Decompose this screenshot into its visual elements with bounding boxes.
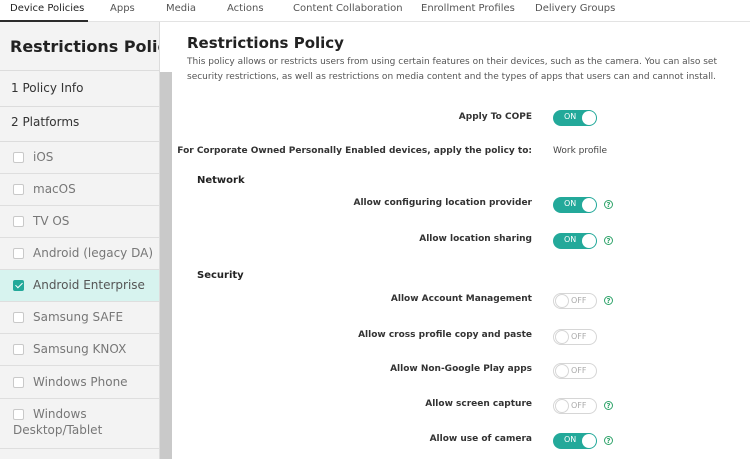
checkbox[interactable] [13, 377, 24, 388]
platform-ios[interactable]: iOS [0, 142, 159, 174]
tab-apps[interactable]: Apps [110, 3, 135, 14]
checkbox-checked[interactable] [13, 280, 24, 291]
location-sharing-label: Allow location sharing [419, 234, 532, 244]
platform-android-legacy[interactable]: Android (legacy DA) [0, 238, 159, 270]
toggle-state: OFF [571, 296, 587, 305]
checkbox[interactable] [13, 216, 24, 227]
location-provider-label: Allow configuring location provider [353, 198, 532, 208]
policy-wizard-sidebar: Restrictions Policy 1 Policy Info 2 Plat… [0, 22, 160, 459]
cope-target-label: For Corporate Owned Personally Enabled d… [177, 146, 532, 156]
tab-media[interactable]: Media [166, 3, 196, 14]
toggle-state: ON [564, 112, 577, 121]
platform-label: iOS [33, 150, 54, 164]
tab-enrollment-profiles[interactable]: Enrollment Profiles [421, 3, 515, 14]
checkbox[interactable] [13, 312, 24, 323]
platform-macos[interactable]: macOS [0, 174, 159, 206]
platform-samsung-safe[interactable]: Samsung SAFE [0, 302, 159, 334]
top-tab-bar: Device Policies Apps Media Actions Conte… [0, 0, 750, 22]
checkbox[interactable] [13, 184, 24, 195]
toggle-knob [582, 111, 596, 125]
platform-label: TV OS [33, 214, 70, 228]
help-icon[interactable]: ? [604, 296, 613, 305]
divider [0, 106, 159, 107]
help-icon[interactable]: ? [604, 401, 613, 410]
toggle-knob [582, 434, 596, 448]
toggle-knob [582, 198, 596, 212]
toggle-state: ON [564, 235, 577, 244]
account-management-toggle[interactable]: OFF [553, 293, 597, 309]
help-icon[interactable]: ? [604, 436, 613, 445]
divider [0, 70, 159, 71]
checkbox[interactable] [13, 248, 24, 259]
camera-toggle[interactable]: ON [553, 433, 597, 449]
toggle-knob [582, 234, 596, 248]
platform-label: Samsung KNOX [33, 342, 127, 356]
platform-android-enterprise[interactable]: Android Enterprise [0, 270, 159, 302]
section-network-title: Network [197, 175, 245, 186]
page-description: This policy allows or restricts users fr… [187, 57, 717, 82]
toggle-state: ON [564, 199, 577, 208]
camera-label: Allow use of camera [429, 434, 532, 444]
screen-capture-label: Allow screen capture [425, 399, 532, 409]
tab-content-collaboration[interactable]: Content Collaboration [293, 3, 403, 14]
screen-capture-toggle[interactable]: OFF [553, 398, 597, 414]
toggle-knob [555, 399, 569, 413]
platform-label: Android (legacy DA) [33, 246, 154, 260]
help-icon[interactable]: ? [604, 200, 613, 209]
sidebar-title: Restrictions Policy [10, 37, 159, 56]
apply-cope-toggle[interactable]: ON [553, 110, 597, 126]
tab-device-policies[interactable]: Device Policies [10, 3, 84, 14]
help-icon[interactable]: ? [604, 236, 613, 245]
platform-windows-phone[interactable]: Windows Phone [0, 366, 159, 399]
platform-windows-desktop[interactable]: Windows Desktop/Tablet [0, 399, 159, 449]
step-platforms[interactable]: 2 Platforms [11, 115, 79, 129]
toggle-state: ON [564, 435, 577, 444]
apply-cope-label: Apply To COPE [458, 112, 532, 122]
checkbox[interactable] [13, 152, 24, 163]
non-google-play-apps-toggle[interactable]: OFF [553, 363, 597, 379]
location-provider-toggle[interactable]: ON [553, 197, 597, 213]
tab-actions[interactable]: Actions [227, 3, 264, 14]
account-management-label: Allow Account Management [390, 294, 532, 304]
step-policy-info[interactable]: 1 Policy Info [11, 81, 84, 95]
platform-label: macOS [33, 182, 76, 196]
cope-target-value: Work profile [553, 146, 608, 156]
platform-label: Android Enterprise [33, 278, 145, 292]
toggle-knob [555, 364, 569, 378]
sidebar-scrollbar[interactable] [160, 72, 172, 459]
toggle-state: OFF [571, 401, 587, 410]
toggle-state: OFF [571, 366, 587, 375]
platform-samsung-knox[interactable]: Samsung KNOX [0, 334, 159, 366]
page-title: Restrictions Policy [187, 34, 344, 52]
platform-label: Windows Phone [33, 375, 128, 389]
cross-profile-copy-toggle[interactable]: OFF [553, 329, 597, 345]
platform-label: Windows Desktop/Tablet [13, 407, 103, 437]
location-sharing-toggle[interactable]: ON [553, 233, 597, 249]
non-google-play-apps-label: Allow Non-Google Play apps [390, 364, 532, 374]
toggle-knob [555, 294, 569, 308]
cross-profile-copy-label: Allow cross profile copy and paste [358, 330, 532, 340]
tab-delivery-groups[interactable]: Delivery Groups [535, 3, 615, 14]
platform-tvos[interactable]: TV OS [0, 206, 159, 238]
toggle-state: OFF [571, 332, 587, 341]
checkbox[interactable] [13, 344, 24, 355]
section-security-title: Security [197, 270, 244, 281]
platform-label: Samsung SAFE [33, 310, 124, 324]
toggle-knob [555, 330, 569, 344]
